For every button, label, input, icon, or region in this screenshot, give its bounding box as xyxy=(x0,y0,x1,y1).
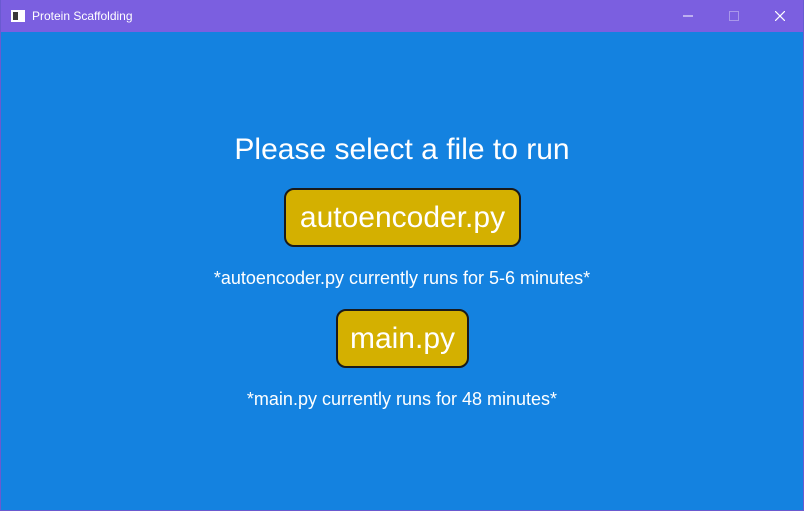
maximize-icon xyxy=(729,11,739,21)
close-icon xyxy=(775,11,785,21)
minimize-icon xyxy=(683,15,693,17)
autoencoder-button[interactable]: autoencoder.py xyxy=(284,188,521,247)
maximize-button[interactable] xyxy=(711,0,757,32)
close-button[interactable] xyxy=(757,0,803,32)
autoencoder-runtime-note: *autoencoder.py currently runs for 5-6 m… xyxy=(213,268,591,288)
main-content: Please select a file to run autoencoder.… xyxy=(1,32,803,510)
main-py-button[interactable]: main.py xyxy=(336,309,469,368)
main-py-runtime-note: *main.py currently runs for 48 minutes* xyxy=(246,389,558,409)
window-title: Protein Scaffolding xyxy=(32,9,133,23)
page-heading: Please select a file to run xyxy=(234,133,570,166)
minimize-button[interactable] xyxy=(665,0,711,32)
title-bar[interactable]: Protein Scaffolding xyxy=(1,0,803,32)
app-window: Protein Scaffolding Please select a file… xyxy=(0,0,804,511)
window-controls xyxy=(665,0,803,32)
app-window-icon xyxy=(11,10,25,22)
